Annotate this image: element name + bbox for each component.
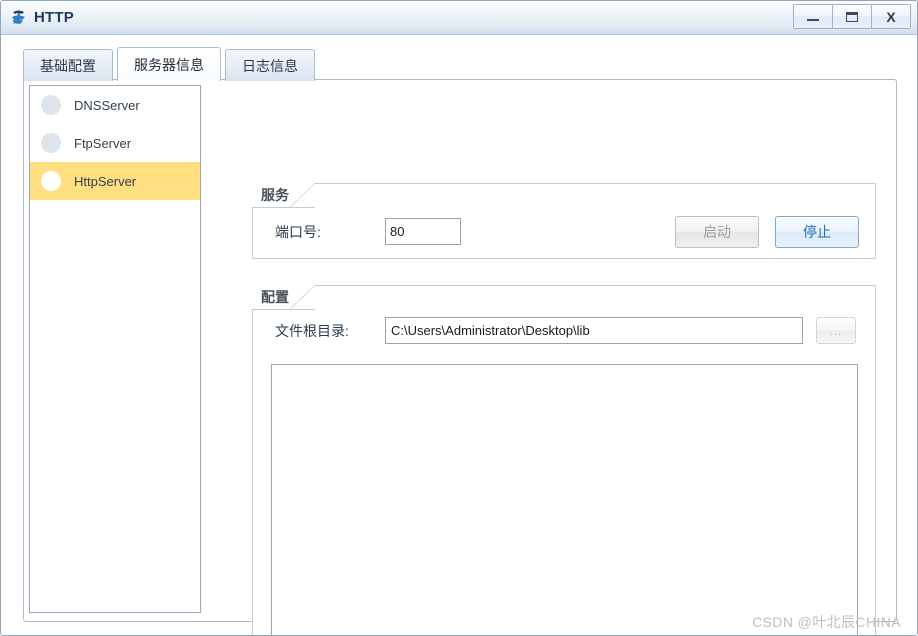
- config-groupbox-title: 配置: [261, 289, 289, 305]
- tab-label: 基础配置: [40, 57, 96, 74]
- window-title: HTTP: [34, 8, 74, 26]
- close-button[interactable]: X: [871, 4, 911, 29]
- port-label: 端口号:: [275, 223, 321, 240]
- window-controls: X: [793, 4, 911, 29]
- minimize-button[interactable]: [793, 4, 833, 29]
- browse-button[interactable]: ...: [816, 317, 856, 344]
- stop-button-label: 停止: [803, 224, 831, 240]
- service-action-buttons: 启动 停止: [675, 216, 859, 248]
- server-status-circle-icon: [41, 95, 61, 115]
- sidebar-item-label: FtpServer: [74, 135, 132, 151]
- service-groupbox-header: 服务: [252, 183, 315, 208]
- tab-label: 服务器信息: [134, 56, 204, 73]
- tab-basic-config[interactable]: 基础配置: [23, 49, 113, 81]
- port-row: 端口号:: [275, 218, 461, 245]
- maximize-icon: [846, 11, 858, 22]
- app-root: HTTP X 基础配置 服务器信息 日志信息 DNSServer FtpServ…: [0, 0, 918, 636]
- root-directory-input[interactable]: [385, 317, 803, 344]
- start-button[interactable]: 启动: [675, 216, 759, 248]
- service-groupbox-title: 服务: [261, 187, 289, 203]
- maximize-button[interactable]: [832, 4, 872, 29]
- config-groupbox-header: 配置: [252, 285, 315, 310]
- tab-server-info[interactable]: 服务器信息: [117, 47, 221, 82]
- sidebar-item-ftpserver[interactable]: FtpServer: [30, 124, 200, 162]
- groupbox-header-mask: [253, 310, 313, 312]
- service-groupbox: 服务 端口号: 启动 停止: [252, 183, 876, 259]
- root-directory-row: 文件根目录: ...: [275, 317, 856, 344]
- sidebar-item-label: DNSServer: [74, 97, 140, 113]
- tab-label: 日志信息: [242, 57, 298, 74]
- http-window: HTTP X 基础配置 服务器信息 日志信息 DNSServer FtpServ…: [0, 0, 918, 636]
- browse-button-label: ...: [829, 323, 843, 338]
- server-status-circle-icon: [41, 171, 61, 191]
- title-bar: HTTP X: [1, 1, 917, 35]
- log-output-textarea[interactable]: [271, 364, 858, 635]
- sidebar-item-dnsserver[interactable]: DNSServer: [30, 86, 200, 124]
- sidebar-item-httpserver[interactable]: HttpServer: [30, 162, 200, 200]
- root-directory-label: 文件根目录:: [275, 322, 349, 339]
- minimize-icon: [807, 19, 819, 21]
- client-area: 基础配置 服务器信息 日志信息 DNSServer FtpServer Http…: [1, 35, 917, 635]
- server-list[interactable]: DNSServer FtpServer HttpServer: [29, 85, 201, 613]
- tab-panel-server-info: DNSServer FtpServer HttpServer 服务 端口号: 8…: [23, 79, 897, 635]
- stop-button[interactable]: 停止: [775, 216, 859, 248]
- config-groupbox: 配置 文件根目录: ...: [252, 285, 876, 635]
- tab-log-info[interactable]: 日志信息: [225, 49, 315, 81]
- sidebar-item-label: HttpServer: [74, 173, 137, 189]
- start-button-label: 启动: [703, 224, 731, 240]
- http-app-icon: [9, 8, 29, 28]
- close-icon: X: [886, 8, 896, 25]
- tab-strip: 基础配置 服务器信息 日志信息: [23, 47, 319, 82]
- server-status-circle-icon: [41, 133, 61, 153]
- groupbox-header-mask: [253, 208, 313, 210]
- port-input[interactable]: [385, 218, 461, 245]
